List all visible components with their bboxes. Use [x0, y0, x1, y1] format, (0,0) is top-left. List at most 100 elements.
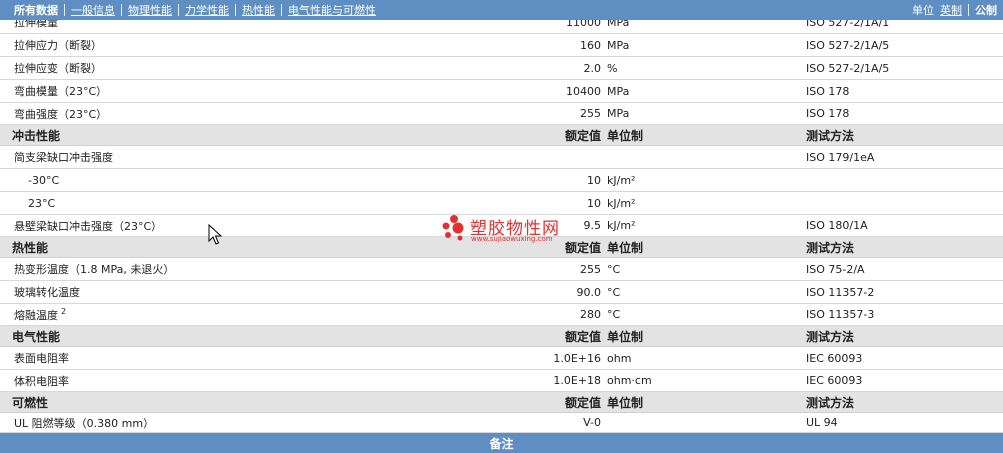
- property-value: 10: [587, 173, 601, 187]
- property-name: 弯曲模量（23°C）: [14, 85, 108, 98]
- test-method: ISO 75-2/A: [806, 262, 865, 276]
- footnote-marker[interactable]: 2: [61, 307, 66, 316]
- unit-column-header: 单位制: [607, 329, 644, 344]
- tab-separator: [64, 4, 65, 16]
- property-unit: °C: [607, 262, 621, 276]
- value-column-header: 额定值: [564, 128, 601, 143]
- mouse-cursor-icon: [208, 224, 222, 245]
- section-header-flammability: 可燃性 额定值 单位制 测试方法: [0, 392, 1003, 413]
- property-name: 简支梁缺口冲击强度: [14, 151, 113, 164]
- property-value: 90.0: [576, 285, 602, 299]
- property-name: 体积电阻率: [14, 374, 69, 388]
- value-column-header: 额定值: [564, 395, 601, 410]
- test-column-header: 测试方法: [806, 329, 855, 344]
- unit-label: 单位: [912, 4, 934, 17]
- notes-section-header: 备注: [0, 433, 1003, 453]
- table-row: 23°C 10 kJ/m²: [0, 192, 1003, 215]
- property-unit: °C: [607, 308, 621, 321]
- property-value: V-0: [583, 416, 601, 429]
- test-method: ISO 179/1eA: [806, 150, 875, 164]
- table-row: 体积电阻率 1.0E+18 ohm·cm IEC 60093: [0, 370, 1003, 392]
- unit-metric-link[interactable]: 公制: [975, 2, 997, 18]
- table-row: -30°C 10 kJ/m²: [0, 169, 1003, 192]
- property-name: 玻璃转化温度: [14, 286, 80, 299]
- property-value: 255: [580, 107, 601, 120]
- property-name: 表面电阻率: [14, 352, 69, 365]
- unit-column-header: 单位制: [607, 240, 644, 255]
- tab-mechanical[interactable]: 力学性能: [185, 2, 229, 18]
- section-header-impact: 冲击性能 额定值 单位制 测试方法: [0, 125, 1003, 146]
- test-column-header: 测试方法: [806, 128, 855, 143]
- section-title: 冲击性能: [12, 128, 61, 143]
- property-name: -30°C: [28, 173, 60, 187]
- table-row: 玻璃转化温度 90.0 °C ISO 11357-2: [0, 281, 1003, 304]
- tab-separator: [235, 4, 236, 16]
- table-row: 悬壁梁缺口冲击强度（23°C） 9.5 kJ/m² ISO 180/1A: [0, 215, 1003, 237]
- test-method: IEC 60093: [806, 374, 863, 387]
- property-value: 9.5: [583, 219, 602, 232]
- test-method: ISO 180/1A: [806, 219, 868, 232]
- section-header-electrical: 电气性能 额定值 单位制 测试方法: [0, 326, 1003, 347]
- property-unit: kJ/m²: [607, 219, 636, 232]
- tab-all-data[interactable]: 所有数据: [14, 2, 58, 18]
- test-method: ISO 527-2/1A/5: [806, 61, 890, 75]
- notes-title: 备注: [489, 436, 514, 451]
- table-row: 简支梁缺口冲击强度 ISO 179/1eA: [0, 146, 1003, 169]
- test-method: ISO 11357-2: [806, 285, 875, 299]
- table-row: 弯曲模量（23°C） 10400 MPa ISO 178: [0, 80, 1003, 103]
- property-name: 弯曲强度（23°C）: [14, 107, 108, 121]
- tab-physical[interactable]: 物理性能: [128, 2, 172, 18]
- property-unit: ohm·cm: [607, 374, 652, 387]
- property-name: 热变形温度（1.8 MPa, 未退火）: [14, 263, 175, 276]
- tab-separator: [121, 4, 122, 16]
- value-column-header: 额定值: [564, 329, 601, 344]
- tab-thermal[interactable]: 热性能: [242, 2, 275, 18]
- test-method: ISO 178: [806, 84, 850, 98]
- table-row: 拉伸应力（断裂） 160 MPa ISO 527-2/1A/5: [0, 34, 1003, 57]
- property-value: 1.0E+16: [553, 351, 601, 365]
- test-method: ISO 178: [806, 107, 850, 120]
- property-value: 255: [580, 262, 601, 276]
- unit-imperial-link[interactable]: 英制: [940, 2, 962, 18]
- property-value: 2.0: [583, 61, 602, 75]
- table-row: 弯曲强度（23°C） 255 MPa ISO 178: [0, 103, 1003, 125]
- table-row: 熔融温度 2 280 °C ISO 11357-3: [0, 304, 1003, 326]
- test-column-header: 测试方法: [806, 240, 855, 255]
- property-unit: °C: [607, 285, 621, 299]
- property-unit: MPa: [607, 38, 630, 52]
- table-row: UL 阻燃等级（0.380 mm） V-0 UL 94: [0, 413, 1003, 433]
- category-tabs: 所有数据 一般信息 物理性能 力学性能 热性能 电气性能与可燃性: [14, 3, 376, 17]
- test-method: UL 94: [806, 416, 838, 429]
- property-name: 悬壁梁缺口冲击强度（23°C）: [14, 219, 163, 233]
- property-unit: MPa: [607, 84, 630, 98]
- property-value: 10: [587, 196, 601, 210]
- section-title: 电气性能: [12, 329, 61, 344]
- tab-separator: [178, 4, 179, 16]
- table-row: 表面电阻率 1.0E+16 ohm IEC 60093: [0, 347, 1003, 370]
- table-row: 拉伸应变（断裂） 2.0 % ISO 527-2/1A/5: [0, 57, 1003, 80]
- property-unit: MPa: [607, 107, 630, 120]
- tab-electrical-flammability[interactable]: 电气性能与可燃性: [288, 2, 376, 18]
- test-method: ISO 527-2/1A/5: [806, 38, 890, 52]
- property-unit: kJ/m²: [607, 173, 636, 187]
- section-header-thermal: 热性能 额定值 单位制 测试方法: [0, 237, 1003, 258]
- property-unit: kJ/m²: [607, 196, 636, 210]
- tab-separator: [281, 4, 282, 16]
- tab-general-info[interactable]: 一般信息: [71, 2, 115, 18]
- property-value: 1.0E+18: [553, 374, 601, 387]
- unit-switcher: 单位 英制 公制: [912, 3, 997, 17]
- table-row: 热变形温度（1.8 MPa, 未退火） 255 °C ISO 75-2/A: [0, 258, 1003, 281]
- test-column-header: 测试方法: [806, 395, 855, 410]
- unit-column-header: 单位制: [607, 128, 644, 143]
- property-value: 280: [580, 308, 601, 321]
- unit-separator: [968, 4, 969, 16]
- property-name: 拉伸应力（断裂）: [14, 39, 102, 52]
- unit-column-header: 单位制: [607, 395, 644, 410]
- test-method: IEC 60093: [806, 351, 863, 365]
- property-name: 23°C: [28, 196, 56, 210]
- property-value: 160: [580, 38, 601, 52]
- test-method: ISO 11357-3: [806, 308, 875, 321]
- property-value: 10400: [566, 84, 601, 98]
- property-name: 熔融温度: [14, 308, 58, 322]
- section-title: 可燃性: [12, 395, 49, 410]
